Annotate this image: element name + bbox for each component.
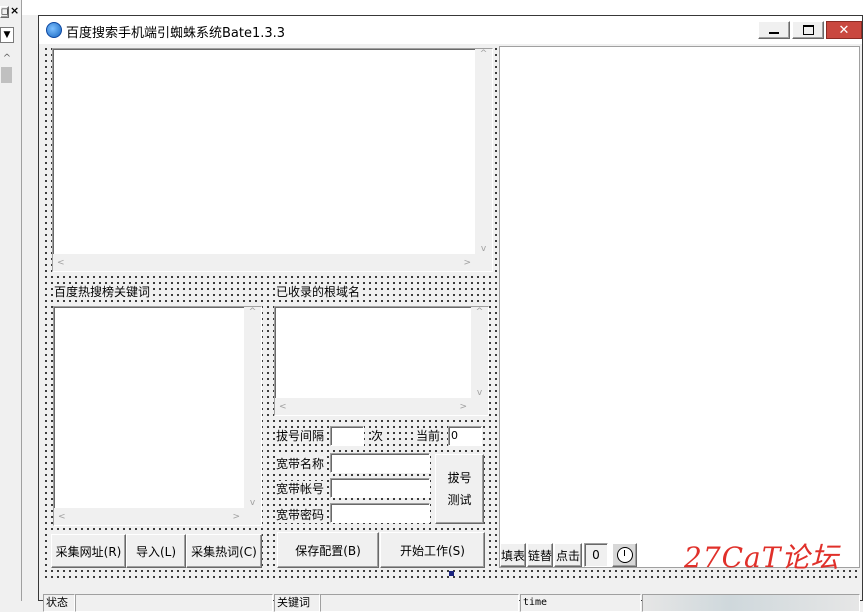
- domains-horizontal-scrollbar[interactable]: < >: [275, 398, 471, 415]
- indexed-domains-list[interactable]: ^ v < >: [274, 306, 489, 416]
- close-icon[interactable]: ×: [10, 5, 20, 17]
- status-label: 状态: [43, 594, 75, 612]
- close-icon: ✕: [838, 22, 850, 38]
- stopwatch-icon: [616, 547, 633, 563]
- maximize-icon: [802, 25, 814, 35]
- keywords-vertical-scrollbar[interactable]: ^ v: [244, 307, 261, 508]
- keyword-value: [320, 594, 519, 612]
- import-button[interactable]: 导入(L): [126, 534, 186, 568]
- broadband-password-label: 宽带密码: [276, 507, 325, 523]
- status-progress: [642, 594, 860, 612]
- dial-test-button[interactable]: 拔号 测试: [435, 454, 484, 524]
- broadband-account-input[interactable]: [330, 478, 430, 498]
- current-count-input[interactable]: 0: [448, 426, 482, 446]
- link-replace-button[interactable]: 链替: [527, 543, 553, 567]
- scroll-up-icon[interactable]: ^: [480, 49, 488, 59]
- window-title: 百度搜索手机端引蜘蛛系统Bate1.3.3: [66, 26, 286, 41]
- scroll-right-icon[interactable]: >: [463, 258, 471, 268]
- click-counter: 0: [584, 543, 608, 567]
- status-value: [75, 594, 273, 612]
- app-logo-icon: [46, 22, 62, 38]
- desktop-border: [22, 0, 863, 15]
- minimize-icon: [769, 32, 779, 34]
- scroll-down-icon[interactable]: v: [250, 498, 255, 508]
- scroll-up-icon[interactable]: ^: [476, 307, 484, 317]
- log-textarea[interactable]: ^ v < >: [52, 48, 493, 272]
- scroll-right-icon[interactable]: >: [232, 512, 240, 522]
- maximize-button[interactable]: [792, 21, 824, 39]
- click-button[interactable]: 点击: [554, 543, 582, 567]
- keywords-horizontal-scrollbar[interactable]: < >: [54, 508, 244, 525]
- dial-interval-input[interactable]: [330, 426, 364, 446]
- scroll-left-icon[interactable]: <: [58, 512, 66, 522]
- dial-test-line1: 拔号: [447, 471, 472, 485]
- current-label: 当前: [416, 428, 441, 444]
- times-label: 次: [371, 428, 384, 444]
- log-horizontal-scrollbar[interactable]: < >: [53, 254, 475, 271]
- scrollbar-up-icon[interactable]: ^: [0, 51, 14, 65]
- restore-icon[interactable]: ◻: [0, 6, 9, 18]
- domains-vertical-scrollbar[interactable]: ^ v: [471, 307, 488, 398]
- collect-hotwords-button[interactable]: 采集热词(C): [186, 534, 262, 568]
- scroll-down-icon[interactable]: v: [481, 244, 486, 254]
- broadband-account-label: 宽带帐号: [276, 481, 325, 497]
- start-work-button[interactable]: 开始工作(S): [380, 532, 485, 568]
- scroll-up-icon[interactable]: ^: [249, 307, 257, 317]
- broadband-name-input[interactable]: [330, 453, 430, 473]
- watermark-text: 27CaT论坛: [684, 541, 840, 574]
- broadband-name-label: 宽带名称: [276, 456, 325, 472]
- dropdown-chevron-down-icon[interactable]: ▼: [0, 27, 14, 43]
- time-label: time: [520, 594, 641, 612]
- main-window: 百度搜索手机端引蜘蛛系统Bate1.3.3 ✕ ^ v < > 百度热搜榜关键词 已…: [38, 15, 863, 612]
- browser-panel[interactable]: [499, 46, 860, 568]
- close-button[interactable]: ✕: [826, 21, 862, 39]
- scroll-left-icon[interactable]: <: [279, 402, 287, 412]
- log-vertical-scrollbar[interactable]: ^ v: [475, 49, 492, 254]
- save-config-button[interactable]: 保存配置(B): [277, 532, 379, 568]
- scroll-down-icon[interactable]: v: [477, 388, 482, 398]
- scrollbar-thumb[interactable]: [1, 67, 12, 83]
- collect-urls-button[interactable]: 采集网址(R): [51, 534, 126, 568]
- progress-indicator: [449, 571, 454, 576]
- dial-interval-label: 拔号间隔: [276, 428, 325, 444]
- timer-button[interactable]: [612, 543, 637, 567]
- hot-keywords-list[interactable]: ^ v < >: [53, 306, 262, 526]
- fill-form-button[interactable]: 填表: [500, 543, 526, 567]
- minimize-button[interactable]: [758, 21, 790, 39]
- title-bar[interactable]: 百度搜索手机端引蜘蛛系统Bate1.3.3 ✕: [39, 16, 862, 44]
- scroll-right-icon[interactable]: >: [459, 402, 467, 412]
- hot-keywords-label: 百度热搜榜关键词: [54, 284, 151, 300]
- indexed-domains-label: 已收录的根域名: [276, 284, 361, 300]
- broadband-password-input[interactable]: [330, 503, 430, 523]
- dial-test-line2: 测试: [447, 493, 472, 507]
- background-window-edge: ◻ × ▼ ^: [0, 0, 22, 601]
- scroll-left-icon[interactable]: <: [57, 258, 65, 268]
- keyword-label: 关键词: [274, 594, 320, 612]
